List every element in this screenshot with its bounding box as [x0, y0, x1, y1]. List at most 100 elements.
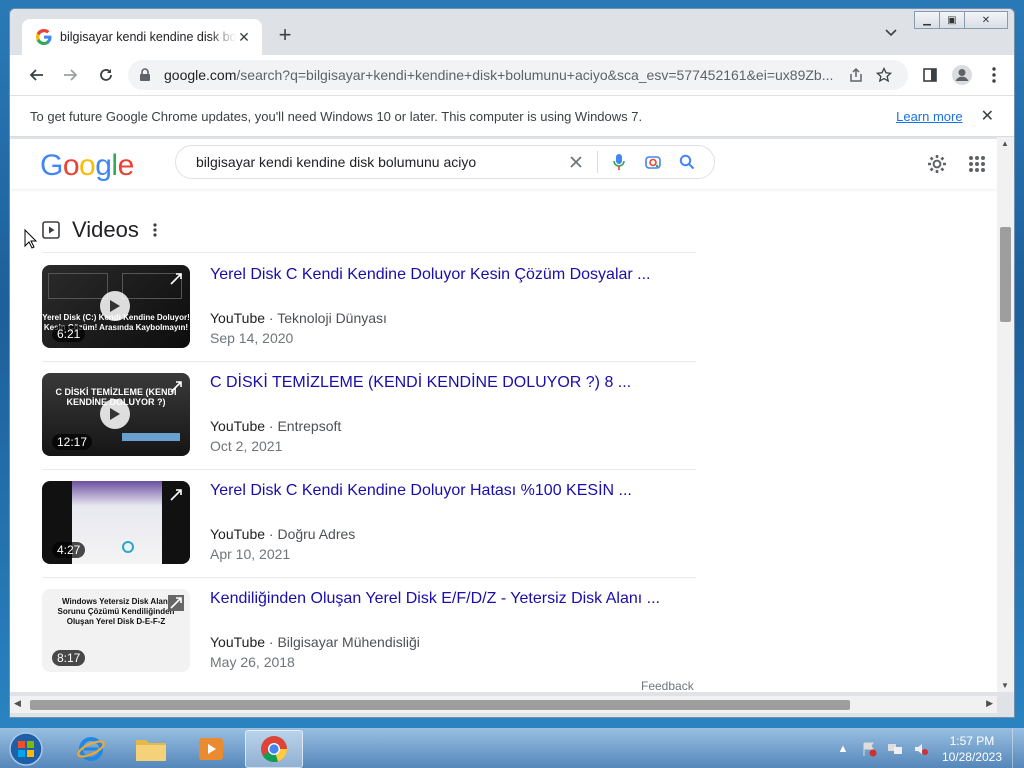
scroll-down-arrow-icon[interactable]: ▼	[1001, 681, 1009, 690]
learn-more-link[interactable]: Learn more	[896, 109, 962, 124]
search-box[interactable]: bilgisayar kendi kendine disk bolumunu a…	[175, 145, 715, 179]
search-query[interactable]: bilgisayar kendi kendine disk bolumunu a…	[196, 154, 559, 170]
google-favicon-icon	[36, 29, 52, 45]
volume-muted-icon[interactable]	[910, 738, 932, 760]
feedback-link[interactable]: Feedback	[641, 679, 694, 692]
video-thumbnail[interactable]: 4:27	[42, 481, 190, 564]
start-button[interactable]	[4, 730, 48, 768]
vertical-scrollbar[interactable]: ▲ ▼	[997, 137, 1014, 692]
video-channel: · Entrepsoft	[268, 418, 342, 434]
video-result[interactable]: C DİSKİ TEMİZLEME (KENDİ KENDİNE DOLUYOR…	[42, 361, 696, 469]
window-controls: ▁ ▣ ✕	[914, 11, 1008, 29]
horizontal-scroll-thumb[interactable]	[30, 700, 850, 710]
toolbar-right	[914, 59, 1010, 91]
update-infobar: To get future Google Chrome updates, you…	[10, 95, 1014, 137]
more-options-icon[interactable]	[153, 223, 157, 237]
taskbar-clock[interactable]: 1:57 PM 10/28/2023	[942, 733, 1002, 765]
browser-toolbar: google.com/search?q=bilgisayar+kendi+ken…	[10, 55, 1014, 95]
side-panel-icon[interactable]	[914, 59, 946, 91]
video-duration: 6:21	[52, 326, 86, 342]
url-host: google.com	[164, 67, 237, 83]
google-logo[interactable]: Google	[40, 149, 134, 183]
scroll-up-arrow-icon[interactable]: ▲	[1001, 139, 1009, 148]
tab-title: bilgisayar kendi kendine disk bolumunu a…	[60, 30, 236, 44]
lock-icon[interactable]	[138, 68, 152, 82]
menu-kebab-icon[interactable]	[978, 59, 1010, 91]
video-channel: · Bilgisayar Mühendisliği	[268, 634, 420, 650]
video-thumbnail[interactable]: Yerel Disk (C:) Kendi Kendine Doluyor! K…	[42, 265, 190, 348]
clock-date: 10/28/2023	[941, 750, 1002, 764]
url-text[interactable]: google.com/search?q=bilgisayar+kendi+ken…	[164, 67, 842, 83]
video-result[interactable]: Windows Yetersiz Disk Alanı Sorunu Çözüm…	[42, 577, 696, 685]
settings-gear-icon[interactable]	[917, 149, 957, 179]
video-result[interactable]: Yerel Disk (C:) Kendi Kendine Doluyor! K…	[42, 253, 696, 361]
expand-icon	[170, 381, 182, 393]
video-play-box-icon	[42, 221, 60, 239]
lens-camera-icon[interactable]	[636, 147, 670, 177]
video-title-link[interactable]: C DİSKİ TEMİZLEME (KENDİ KENDİNE DOLUYOR…	[210, 374, 631, 392]
bookmark-star-icon[interactable]	[870, 61, 898, 89]
videos-section-header: Videos	[42, 217, 157, 243]
back-button[interactable]	[20, 59, 52, 91]
play-icon	[100, 399, 130, 429]
tab-close-icon[interactable]: ✕	[236, 29, 252, 45]
network-icon[interactable]	[884, 738, 906, 760]
microphone-icon[interactable]	[602, 147, 636, 177]
media-player-taskbar-button[interactable]	[182, 730, 240, 768]
video-channel: · Doğru Adres	[268, 526, 356, 542]
video-thumbnail[interactable]: C DİSKİ TEMİZLEME (KENDİ KENDİNE DOLUYOR…	[42, 373, 190, 456]
scroll-left-arrow-icon[interactable]: ◀	[14, 698, 21, 709]
close-window-button[interactable]: ✕	[964, 11, 1008, 29]
vertical-scroll-thumb[interactable]	[1000, 227, 1011, 322]
clock-time: 1:57 PM	[949, 734, 995, 748]
browser-tab[interactable]: bilgisayar kendi kendine disk bolumunu a…	[22, 19, 262, 55]
url-path: /search?q=bilgisayar+kendi+kendine+disk+…	[236, 67, 834, 83]
google-header-right	[917, 149, 997, 179]
video-site: YouTube	[210, 310, 266, 326]
video-title-link[interactable]: Yerel Disk C Kendi Kendine Doluyor Kesin…	[210, 266, 651, 284]
video-thumbnail[interactable]: Windows Yetersiz Disk Alanı Sorunu Çözüm…	[42, 589, 190, 672]
show-hidden-icons-arrow-icon[interactable]: ▲	[832, 738, 854, 760]
search-icon[interactable]	[670, 147, 704, 177]
expand-icon	[170, 273, 182, 285]
play-icon	[100, 291, 130, 321]
video-duration: 4:27	[52, 542, 86, 558]
internet-explorer-taskbar-button[interactable]	[62, 730, 120, 768]
profile-avatar-icon[interactable]	[946, 59, 978, 91]
scroll-right-arrow-icon[interactable]: ▶	[986, 698, 993, 709]
forward-button[interactable]	[55, 59, 87, 91]
infobar-message: To get future Google Chrome updates, you…	[30, 108, 643, 124]
minimize-button[interactable]: ▁	[914, 11, 940, 29]
video-date: Oct 2, 2021	[210, 438, 283, 454]
internet-explorer-icon	[77, 737, 105, 761]
clear-search-icon[interactable]	[559, 147, 593, 177]
video-title-link[interactable]: Kendiliğinden Oluşan Yerel Disk E/F/D/Z …	[210, 590, 660, 608]
forward-arrow-icon	[64, 69, 78, 81]
address-bar[interactable]: google.com/search?q=bilgisayar+kendi+ken…	[128, 60, 908, 90]
videos-heading: Videos	[72, 217, 139, 242]
chrome-icon	[261, 736, 288, 763]
infobar-close-icon[interactable]: ✕	[981, 106, 994, 126]
video-site: YouTube	[210, 418, 266, 434]
tab-search-chevron-icon[interactable]	[884, 25, 898, 42]
google-apps-grid-icon[interactable]	[957, 149, 997, 179]
show-desktop-button[interactable]	[1012, 729, 1024, 768]
video-duration: 8:17	[52, 650, 86, 666]
video-title-link[interactable]: Yerel Disk C Kendi Kendine Doluyor Hatas…	[210, 482, 632, 500]
video-source: YouTube · Bilgisayar Mühendisliği	[210, 634, 420, 650]
video-channel: · Teknoloji Dünyası	[268, 310, 387, 326]
new-tab-button[interactable]: +	[274, 24, 296, 47]
video-result[interactable]: 4:27 Yerel Disk C Kendi Kendine Doluyor …	[42, 469, 696, 577]
chrome-taskbar-button[interactable]	[245, 730, 303, 768]
horizontal-scrollbar[interactable]: ◀ ▶	[10, 696, 997, 713]
taskbar: ▲ 1:57 PM 10/28/2023	[0, 728, 1024, 768]
media-player-icon	[199, 738, 223, 760]
file-explorer-taskbar-button[interactable]	[122, 730, 180, 768]
share-icon[interactable]	[842, 61, 870, 89]
maximize-button[interactable]: ▣	[939, 11, 965, 29]
reload-button[interactable]	[90, 59, 122, 91]
video-source: YouTube · Doğru Adres	[210, 526, 355, 542]
expand-icon	[168, 595, 184, 611]
action-center-flag-icon[interactable]	[858, 738, 880, 760]
video-date: Sep 14, 2020	[210, 330, 294, 346]
